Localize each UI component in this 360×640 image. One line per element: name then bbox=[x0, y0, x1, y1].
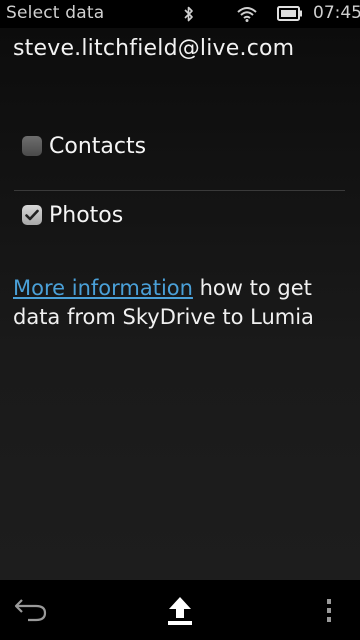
clock: 07:45 bbox=[313, 3, 360, 23]
checkmark-icon bbox=[25, 209, 39, 221]
upload-icon[interactable] bbox=[166, 596, 194, 626]
menu-icon[interactable] bbox=[320, 596, 338, 626]
photos-label: Photos bbox=[49, 202, 124, 228]
contacts-checkbox[interactable] bbox=[22, 136, 42, 156]
option-photos[interactable]: Photos bbox=[14, 187, 345, 243]
battery-icon bbox=[277, 6, 302, 21]
wifi-icon bbox=[237, 7, 257, 22]
bluetooth-icon bbox=[184, 6, 193, 22]
bottom-toolbar bbox=[0, 580, 360, 640]
photos-checkbox[interactable] bbox=[22, 205, 42, 225]
status-bar: Select data 07:45 bbox=[0, 0, 360, 28]
option-contacts[interactable]: Contacts bbox=[14, 118, 345, 174]
screen-title: Select data bbox=[6, 3, 105, 23]
more-information-link[interactable]: More information bbox=[13, 276, 193, 300]
account-email: steve.litchfield@live.com bbox=[13, 36, 295, 61]
contacts-label: Contacts bbox=[49, 133, 147, 159]
back-icon[interactable] bbox=[14, 596, 48, 624]
info-text: More information how to get data from Sk… bbox=[13, 274, 343, 332]
